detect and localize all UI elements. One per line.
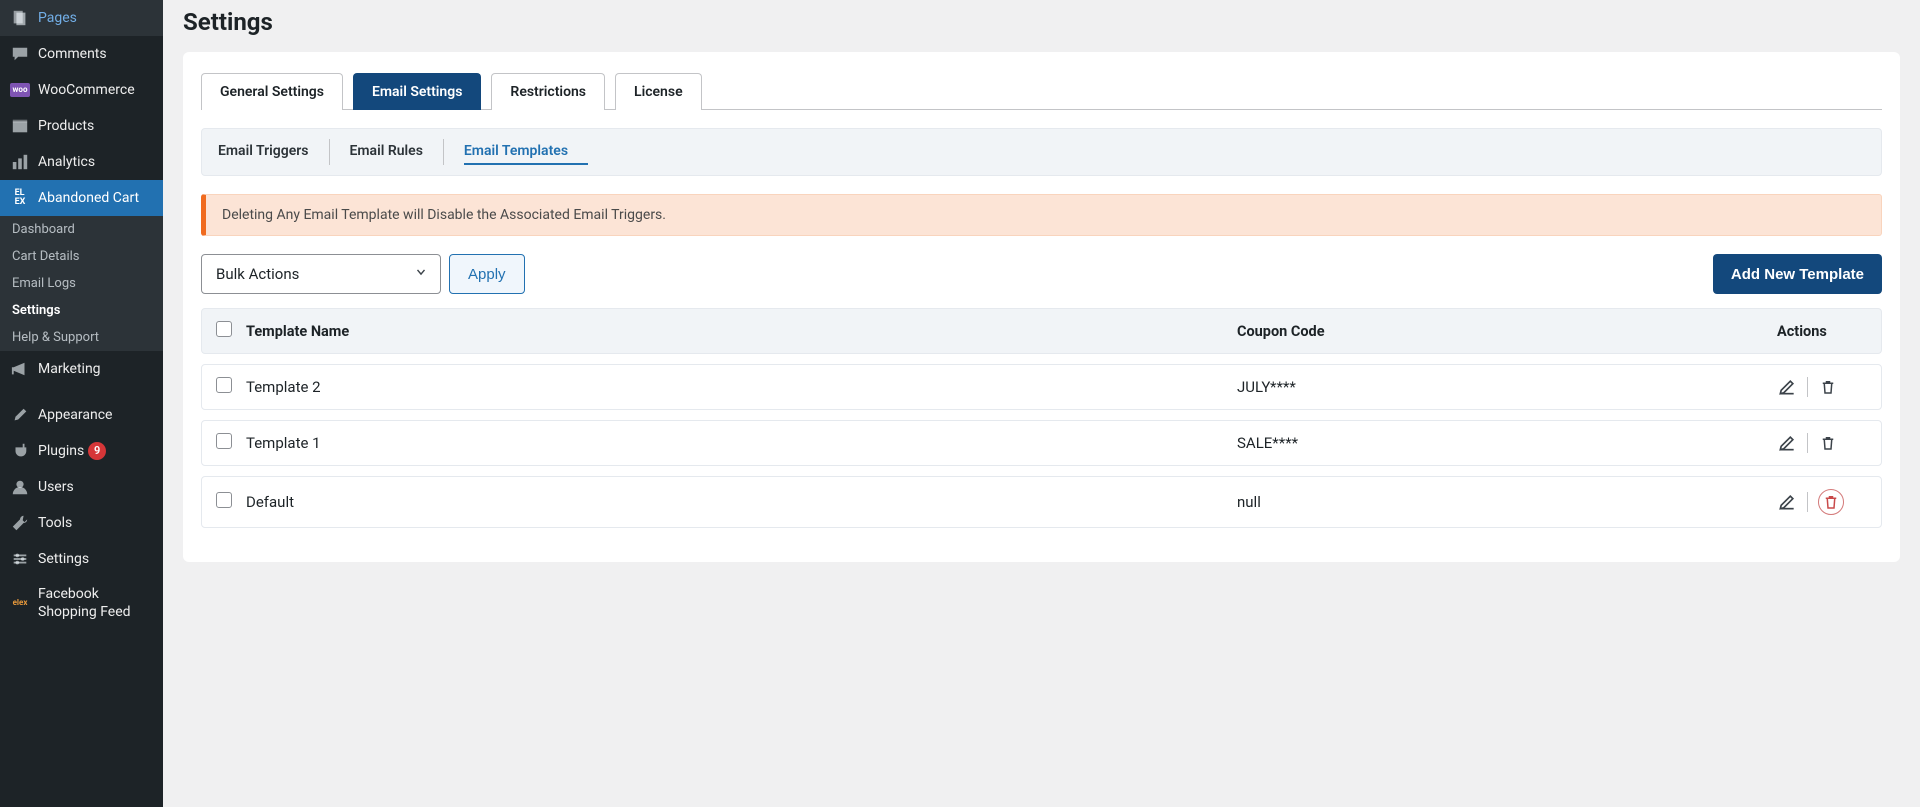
delete-icon[interactable]: [1818, 377, 1838, 397]
appearance-icon: [10, 405, 30, 425]
table-row: Template 1 SALE****: [201, 420, 1882, 466]
sidebar-item-woocommerce[interactable]: woo WooCommerce: [0, 72, 163, 108]
row-checkbox[interactable]: [216, 492, 232, 508]
sidebar-item-appearance[interactable]: Appearance: [0, 397, 163, 433]
comments-icon: [10, 44, 30, 64]
row-coupon: JULY****: [1237, 378, 1777, 396]
sidebar-sub-settings[interactable]: Settings: [0, 297, 163, 324]
warning-message: Deleting Any Email Template will Disable…: [201, 194, 1882, 236]
action-divider: [1807, 433, 1808, 453]
woocommerce-icon: woo: [10, 80, 30, 100]
row-coupon: SALE****: [1237, 434, 1777, 452]
sidebar-item-marketing[interactable]: Marketing: [0, 351, 163, 387]
header-name: Template Name: [246, 323, 1237, 340]
sidebar-item-facebook-feed[interactable]: elex Facebook Shopping Feed: [0, 577, 163, 629]
tools-icon: [10, 513, 30, 533]
sidebar-item-pages[interactable]: Pages: [0, 0, 163, 36]
sidebar-sub-email-logs[interactable]: Email Logs: [0, 270, 163, 297]
delete-icon[interactable]: [1818, 433, 1838, 453]
sidebar-item-label: Comments: [38, 45, 107, 63]
row-coupon: null: [1237, 493, 1777, 511]
row-checkbox[interactable]: [216, 377, 232, 393]
table-row: Default null: [201, 476, 1882, 528]
sidebar-item-label: Pages: [38, 9, 77, 27]
table-header: Template Name Coupon Code Actions: [201, 308, 1882, 354]
sidebar-sub-dashboard[interactable]: Dashboard: [0, 216, 163, 243]
action-divider: [1807, 377, 1808, 397]
analytics-icon: [10, 152, 30, 172]
row-name: Template 1: [246, 434, 1237, 452]
tab-general[interactable]: General Settings: [201, 73, 343, 110]
subtab-triggers[interactable]: Email Triggers: [218, 139, 330, 165]
bulk-actions-value: Bulk Actions: [216, 265, 299, 283]
plugins-badge: 9: [88, 442, 106, 460]
row-name: Template 2: [246, 378, 1237, 396]
sidebar-item-label: Facebook Shopping Feed: [38, 585, 153, 621]
sidebar-item-abandoned-cart[interactable]: ELEX Abandoned Cart: [0, 180, 163, 216]
sidebar-sub-help[interactable]: Help & Support: [0, 324, 163, 351]
bulk-actions-select[interactable]: Bulk Actions: [201, 254, 441, 294]
subtab-templates[interactable]: Email Templates: [464, 139, 588, 165]
sidebar-item-label: Appearance: [38, 406, 112, 424]
tab-restrictions[interactable]: Restrictions: [491, 73, 605, 110]
settings-icon: [10, 549, 30, 569]
sidebar-item-comments[interactable]: Comments: [0, 36, 163, 72]
tab-email[interactable]: Email Settings: [353, 73, 481, 110]
sidebar-item-label: Abandoned Cart: [38, 189, 139, 207]
sidebar-item-label: Analytics: [38, 153, 95, 171]
header-actions: Actions: [1777, 323, 1867, 340]
pages-icon: [10, 8, 30, 28]
edit-icon[interactable]: [1777, 492, 1797, 512]
sidebar-item-label: Tools: [38, 514, 72, 532]
sidebar-item-label: Marketing: [38, 360, 101, 378]
chevron-down-icon: [414, 265, 428, 283]
sidebar-item-products[interactable]: Products: [0, 108, 163, 144]
edit-icon[interactable]: [1777, 433, 1797, 453]
sidebar-item-label: Settings: [38, 550, 89, 568]
sidebar-item-label: WooCommerce: [38, 81, 135, 99]
marketing-icon: [10, 359, 30, 379]
elex-small-icon: elex: [10, 593, 30, 613]
row-name: Default: [246, 493, 1237, 511]
settings-card: General Settings Email Settings Restrict…: [183, 52, 1900, 562]
edit-icon[interactable]: [1777, 377, 1797, 397]
products-icon: [10, 116, 30, 136]
sidebar-item-label: Products: [38, 117, 94, 135]
apply-button[interactable]: Apply: [449, 254, 525, 294]
delete-icon[interactable]: [1818, 489, 1844, 515]
header-coupon: Coupon Code: [1237, 323, 1777, 340]
action-divider: [1807, 492, 1808, 512]
page-title: Settings: [183, 8, 1900, 36]
sidebar-item-tools[interactable]: Tools: [0, 505, 163, 541]
plugins-icon: [10, 441, 30, 461]
tab-license[interactable]: License: [615, 73, 702, 110]
subtabs: Email Triggers Email Rules Email Templat…: [201, 128, 1882, 176]
sidebar-item-settings[interactable]: Settings: [0, 541, 163, 577]
main-content: Settings General Settings Email Settings…: [163, 0, 1920, 807]
sidebar-item-plugins[interactable]: Plugins 9: [0, 433, 163, 469]
tabs: General Settings Email Settings Restrict…: [201, 72, 1882, 110]
sidebar-item-label: Plugins: [38, 442, 84, 460]
elex-icon: ELEX: [10, 188, 30, 208]
admin-sidebar: Pages Comments woo WooCommerce Products …: [0, 0, 163, 807]
sidebar-item-label: Users: [38, 478, 74, 496]
actions-row: Bulk Actions Apply Add New Template: [201, 254, 1882, 294]
sidebar-sub-cart-details[interactable]: Cart Details: [0, 243, 163, 270]
sidebar-item-users[interactable]: Users: [0, 469, 163, 505]
row-checkbox[interactable]: [216, 433, 232, 449]
sidebar-item-analytics[interactable]: Analytics: [0, 144, 163, 180]
add-template-button[interactable]: Add New Template: [1713, 254, 1882, 294]
select-all-checkbox[interactable]: [216, 321, 232, 337]
subtab-rules[interactable]: Email Rules: [350, 139, 444, 165]
users-icon: [10, 477, 30, 497]
table-row: Template 2 JULY****: [201, 364, 1882, 410]
